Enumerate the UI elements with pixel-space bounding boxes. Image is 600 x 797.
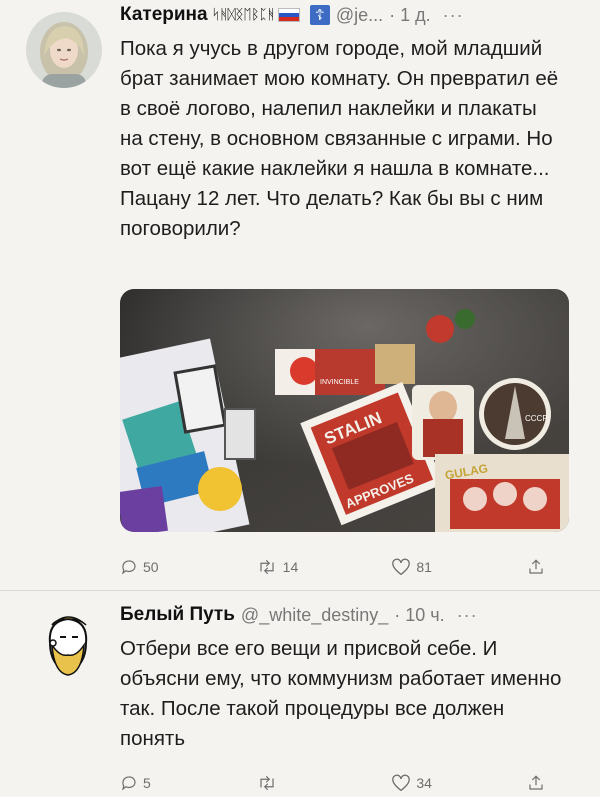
like-button[interactable]: 81 — [391, 556, 491, 578]
tweet-photo[interactable]: INVINCIBLE STALIN APPROVES СССР GULAG — [120, 289, 569, 532]
cccp-text: СССР — [525, 414, 548, 423]
gulag-sticker: GULAG — [435, 454, 569, 532]
retweet-button[interactable]: 14 — [256, 556, 356, 578]
tweet-actions: 5 34 — [120, 772, 550, 794]
share-button[interactable] — [527, 772, 550, 794]
heart-icon — [392, 774, 411, 792]
user-handle[interactable]: @je... — [336, 5, 383, 26]
like-button[interactable]: 34 — [391, 772, 491, 794]
share-button[interactable] — [527, 556, 550, 578]
user-handle[interactable]: @_white_destiny_ — [241, 605, 388, 626]
portrait-sticker — [412, 385, 474, 460]
share-arrow-icon — [529, 559, 543, 574]
orthodox-cross-icon: ☦ — [309, 5, 330, 25]
like-count: 81 — [416, 559, 432, 575]
share-arrow-icon — [529, 775, 543, 790]
retweet-button[interactable] — [256, 772, 356, 794]
display-name[interactable]: Катерина — [120, 4, 208, 26]
ellipsis-icon[interactable]: ··· — [457, 605, 478, 626]
name-decoration: ᛋᚻᛞᛝᛖᛒᛈᚻ — [211, 7, 276, 23]
avatar[interactable] — [26, 12, 102, 88]
like-count: 34 — [416, 775, 432, 791]
woman-portrait-icon — [26, 12, 102, 88]
heart-icon — [392, 558, 411, 576]
reply-button[interactable]: 5 — [120, 772, 220, 794]
cccp-badge: СССР — [479, 378, 551, 450]
tweet-header: Белый Путь @_white_destiny_ · 10 ч. ··· — [120, 604, 478, 626]
invincible-text: INVINCIBLE — [320, 379, 359, 386]
display-name[interactable]: Белый Путь — [120, 604, 235, 626]
reply-count: 50 — [143, 559, 159, 575]
divider — [0, 590, 600, 591]
tweet-text: Пока я учусь в другом городе, мой младши… — [120, 37, 559, 240]
speech-bubble-icon — [122, 776, 136, 791]
reply-button[interactable]: 50 — [120, 556, 220, 578]
speech-bubble-icon — [122, 560, 136, 575]
timestamp[interactable]: · 1 д. — [389, 5, 431, 26]
reply-count: 5 — [143, 775, 151, 791]
stickers-photo: INVINCIBLE STALIN APPROVES СССР GULAG — [120, 289, 569, 532]
tweet-actions: 50 14 81 — [120, 556, 550, 578]
russia-flag-icon — [277, 8, 300, 22]
ellipsis-icon[interactable]: ··· — [443, 5, 464, 26]
avatar[interactable] — [30, 603, 106, 679]
tweet-kateryna: Катерина ᛋᚻᛞᛝᛖᛒᛈᚻ ☦ @je... · 1 д. ··· По… — [0, 0, 600, 590]
tweet-text: Отбери все его вещи и присвой себе. И об… — [120, 637, 562, 750]
retweet-arrows-icon — [260, 559, 274, 575]
retweet-arrows-icon — [260, 775, 274, 791]
bearded-man-icon — [30, 603, 106, 679]
timestamp[interactable]: · 10 ч. — [394, 605, 444, 626]
tweet-header: Катерина ᛋᚻᛞᛝᛖᛒᛈᚻ ☦ @je... · 1 д. ··· — [120, 4, 464, 26]
retweet-count: 14 — [282, 559, 299, 575]
